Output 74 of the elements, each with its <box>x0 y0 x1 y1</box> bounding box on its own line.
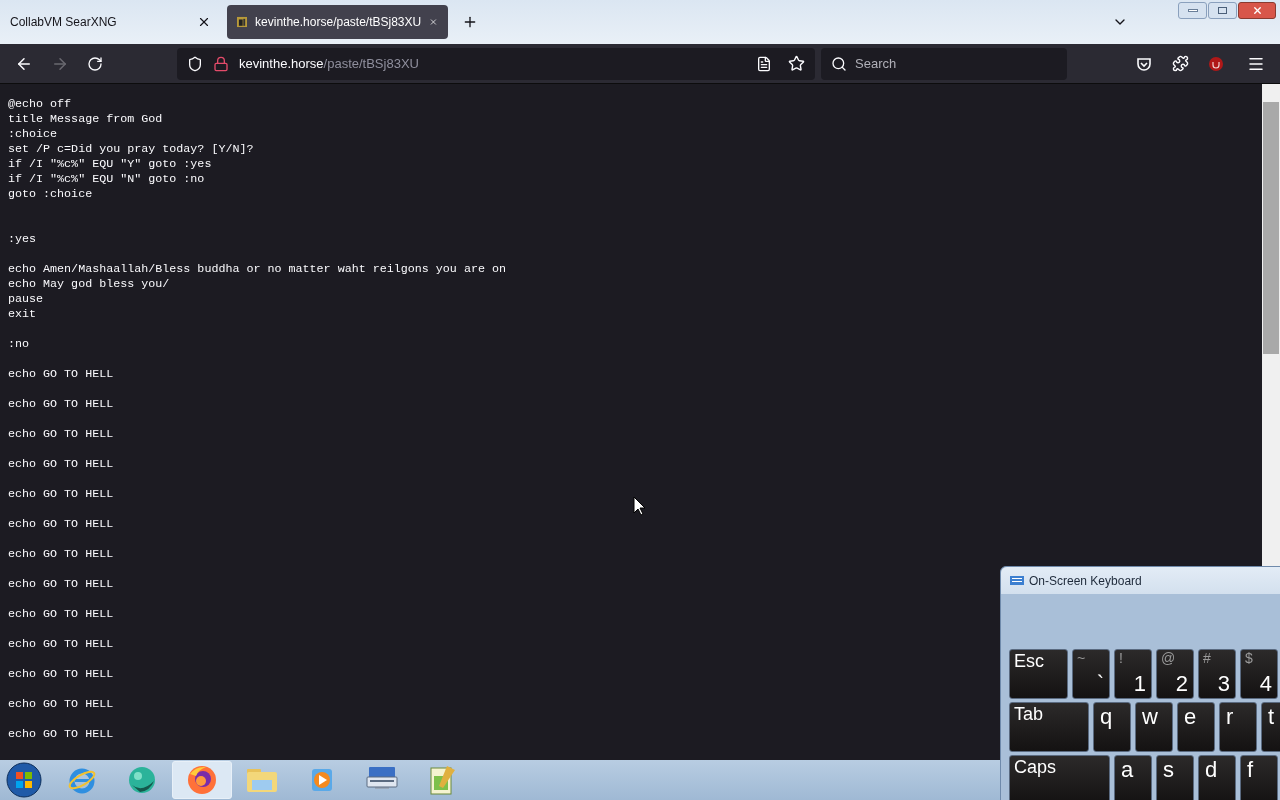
reader-view-icon[interactable] <box>756 55 772 72</box>
browser-tab[interactable]: CollabVM SearXNG <box>0 5 221 39</box>
code-line: echo GO TO HELL <box>8 697 114 712</box>
globe-icon <box>126 765 158 795</box>
keyboard-key[interactable]: t <box>1261 702 1280 752</box>
code-line: echo GO TO HELL <box>8 547 114 562</box>
code-line: echo GO TO HELL <box>8 427 114 442</box>
restore-button[interactable] <box>1208 2 1237 19</box>
keyboard-key[interactable]: Caps <box>1009 755 1110 800</box>
scrollbar-thumb[interactable] <box>1263 102 1279 354</box>
keyboard-key[interactable]: Tab <box>1009 702 1089 752</box>
code-line: exit <box>8 307 37 322</box>
keyboard-key[interactable]: ~ ` <box>1072 649 1110 699</box>
close-window-button[interactable] <box>1238 2 1276 19</box>
code-line: echo GO TO HELL <box>8 397 114 412</box>
firefox-icon <box>186 764 218 796</box>
new-tab-icon[interactable] <box>462 14 478 30</box>
keyboard-key[interactable]: e <box>1177 702 1215 752</box>
keyboard-key[interactable]: w <box>1135 702 1173 752</box>
keyboard-key[interactable]: a <box>1114 755 1152 800</box>
keyboard-key[interactable]: @ 2 <box>1156 649 1194 699</box>
code-line: echo GO TO HELL <box>8 667 114 682</box>
code-line: echo May god bless you/ <box>8 277 170 292</box>
keyboard-key[interactable]: # 3 <box>1198 649 1236 699</box>
url-text: kevinthe.horse/paste/tBSj83XU <box>239 54 419 73</box>
extensions-icon[interactable] <box>1172 55 1189 72</box>
close-icon <box>1251 5 1263 16</box>
notepad-icon <box>427 764 457 796</box>
code-line: title Message from God <box>8 112 163 127</box>
minimize-button[interactable] <box>1178 2 1207 19</box>
code-line: echo GO TO HELL <box>8 457 114 472</box>
mouse-cursor-icon <box>633 496 646 516</box>
code-line: echo GO TO HELL <box>8 577 114 592</box>
code-line: if /I "%c%" EQU "Y" goto :yes <box>8 157 212 172</box>
code-line: echo GO TO HELL <box>8 727 114 742</box>
tab-title: CollabVM SearXNG <box>10 14 118 31</box>
close-icon[interactable] <box>197 15 211 29</box>
code-line: if /I "%c%" EQU "N" goto :no <box>8 172 205 187</box>
keyboard-key[interactable]: s <box>1156 755 1194 800</box>
search-icon <box>831 55 847 72</box>
keyboard-key[interactable]: f <box>1240 755 1278 800</box>
start-orb-icon[interactable] <box>4 761 44 799</box>
lock-icon <box>213 55 229 72</box>
address-bar[interactable]: kevinthe.horse/paste/tBSj83XU <box>177 47 815 80</box>
window-title: On-Screen Keyboard <box>1029 572 1142 590</box>
reload-icon[interactable] <box>87 55 103 72</box>
code-line: :yes <box>8 232 37 247</box>
code-line: echo GO TO HELL <box>8 487 114 502</box>
code-line: echo Amen/Mashaallah/Bless buddha or no matter waht reilgons you are on <box>8 262 506 277</box>
shield-icon <box>187 55 203 72</box>
search-field[interactable]: Search <box>821 47 1067 80</box>
browser-tab[interactable]: kevinthe.horse/paste/tBSj83XU <box>227 5 448 39</box>
keyboard-key[interactable]: d <box>1198 755 1236 800</box>
keyboard-icon <box>1010 576 1024 585</box>
code-line: set /P c=Did you pray today? [Y/N]? <box>8 142 254 157</box>
taskbar-button[interactable] <box>172 761 232 799</box>
site-favicon-icon <box>237 14 248 30</box>
keyboard-key[interactable]: Esc <box>1009 649 1068 699</box>
tab-title: kevinthe.horse/paste/tBSj83XU <box>255 14 422 31</box>
code-line: echo GO TO HELL <box>8 637 114 652</box>
code-line: pause <box>8 292 44 307</box>
code-line: @echo off <box>8 97 72 112</box>
pocket-icon[interactable] <box>1136 55 1152 72</box>
keyboard-key[interactable]: q <box>1093 702 1131 752</box>
keyboard-key[interactable]: ! 1 <box>1114 649 1152 699</box>
code-line: goto :choice <box>8 187 93 202</box>
code-line: :choice <box>8 127 58 142</box>
bookmark-star-icon[interactable] <box>788 55 805 72</box>
code-line: :no <box>8 337 30 352</box>
code-line: echo GO TO HELL <box>8 517 114 532</box>
keyboard-key[interactable]: $ 4 <box>1240 649 1278 699</box>
keyboard-key[interactable]: r <box>1219 702 1257 752</box>
code-line: echo GO TO HELL <box>8 607 114 622</box>
code-line: echo GO TO HELL <box>8 367 114 382</box>
